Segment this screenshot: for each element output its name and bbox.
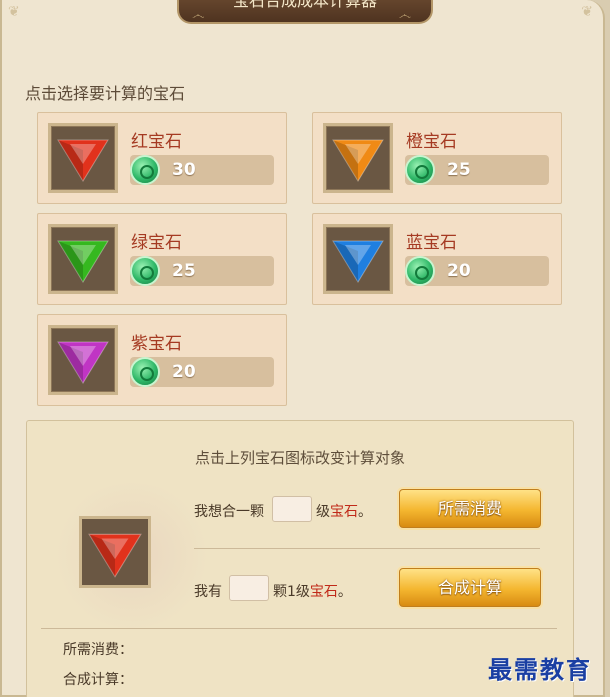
cost-bar: 25 [405,155,549,185]
swirl-ornament-icon: ෴ [192,8,205,23]
gem-cost: 20 [172,362,196,382]
corner-ornament-icon: ❦ [581,4,593,20]
corner-ornament-icon: ❦ [8,4,20,20]
red-gem-icon [57,139,109,182]
gem-name: 红宝石 [131,132,182,152]
row2-suffix: 颗1级 [273,584,310,600]
cost-bar: 20 [130,357,274,387]
gem-name: 蓝宝石 [406,233,457,253]
green-gem-icon [57,240,109,283]
gem-card-orange[interactable]: 橙宝石 25 [312,112,562,204]
divider [41,628,557,629]
gem-count-input[interactable] [229,575,269,601]
synthesis-result-label: 合成计算： [63,672,133,688]
selected-gem-frame [79,516,151,588]
row1-suffix: 级 [316,504,330,520]
row1-prefix: 我想合一颗 [194,504,264,520]
cost-bar: 30 [130,155,274,185]
gem-cost: 30 [172,160,196,180]
row1-gem: 宝石 [330,504,358,520]
gem-cost: 25 [447,160,471,180]
gem-frame[interactable] [323,123,393,193]
title-banner: 宝石合成成本计算器 [177,0,433,24]
gem-card-purple[interactable]: 紫宝石 20 [37,314,287,406]
gem-card-blue[interactable]: 蓝宝石 20 [312,213,562,305]
jade-coin-icon [405,256,435,286]
required-cost-button[interactable]: 所需消费 [399,489,541,528]
target-level-input[interactable] [272,496,312,522]
gem-frame[interactable] [48,123,118,193]
row1-end: 。 [358,504,372,520]
calculator-panel: 宝石合成成本计算器 ෴ ෴ ❦ ❦ 点击选择要计算的宝石 红宝石 30 橙宝石 [0,0,605,697]
purple-gem-icon [57,341,109,384]
selected-red-gem-icon [88,533,142,578]
jade-coin-icon [130,155,160,185]
gem-card-red[interactable]: 红宝石 30 [37,112,287,204]
gem-frame[interactable] [48,224,118,294]
synthesis-calc-button[interactable]: 合成计算 [399,568,541,607]
gem-name: 橙宝石 [406,132,457,152]
gem-frame[interactable] [323,224,393,294]
gem-name: 紫宝石 [131,334,182,354]
row1-suffix-wrap: 级宝石。 [316,501,372,521]
section-title: 点击选择要计算的宝石 [25,84,186,103]
divider [194,548,540,549]
page-title: 宝石合成成本计算器 [232,0,377,10]
gem-cost: 20 [447,261,471,281]
gem-card-green[interactable]: 绿宝石 25 [37,213,287,305]
row2-end: 。 [337,584,352,600]
jade-coin-icon [130,357,160,387]
row2-gem: 宝石 [309,584,338,600]
required-cost-label: 所需消费： [63,642,133,658]
gem-cost: 25 [172,261,196,281]
row2-suffix-wrap: 颗1级宝石。 [273,581,352,601]
cost-bar: 25 [130,256,274,286]
row2-prefix: 我有 [194,584,222,600]
gem-name: 绿宝石 [131,233,182,253]
blue-gem-icon [332,240,384,283]
watermark-logo: 最需教育 [488,655,592,684]
orange-gem-icon [332,139,384,182]
cost-bar: 20 [405,256,549,286]
swirl-ornament-icon: ෴ [398,8,411,23]
jade-coin-icon [130,256,160,286]
jade-coin-icon [405,155,435,185]
calc-hint: 点击上列宝石图标改变计算对象 [194,449,405,467]
gem-frame[interactable] [48,325,118,395]
